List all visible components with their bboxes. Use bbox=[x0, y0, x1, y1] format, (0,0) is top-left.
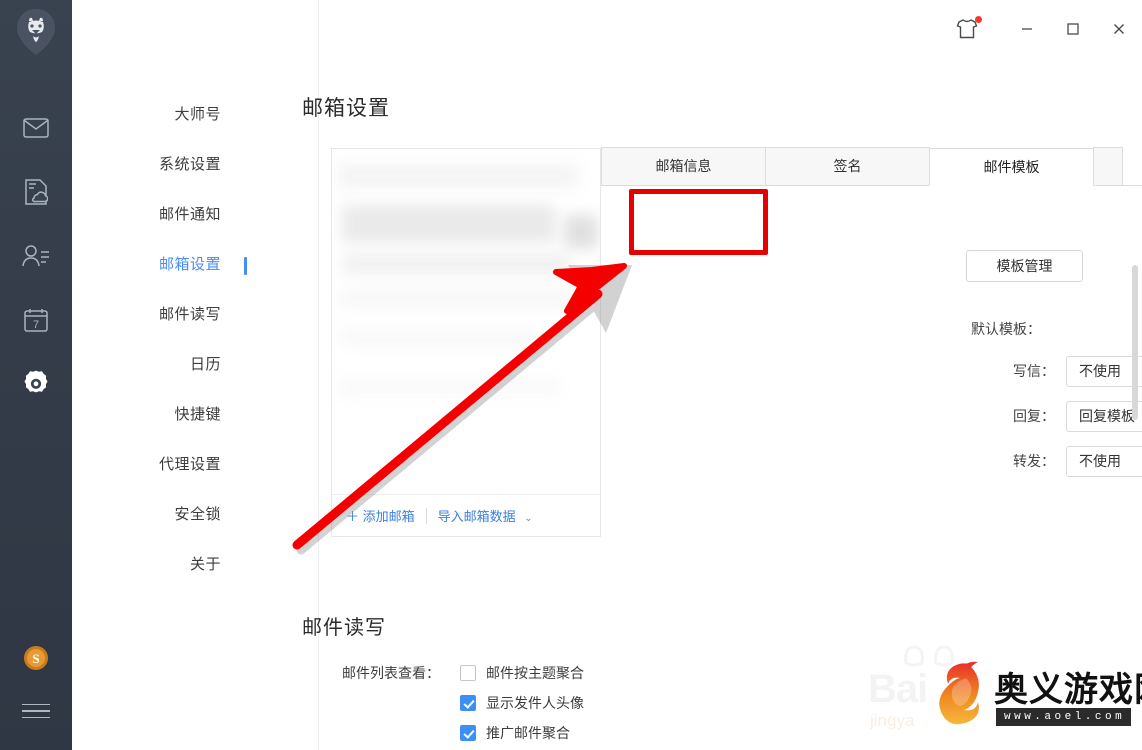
checkbox-label: 显示发件人头像 bbox=[486, 695, 584, 711]
nav-label: 关于 bbox=[189, 556, 221, 573]
compose-template-select[interactable]: 不使用 ⌄ bbox=[1066, 356, 1142, 387]
nav-label: 代理设置 bbox=[158, 456, 221, 473]
forward-template-value: 不使用 bbox=[1079, 453, 1121, 469]
settings-nav: 大师号 系统设置 邮件通知 邮箱设置 邮件读写 日历 快捷键 代理设置 安全锁 … bbox=[72, 0, 319, 750]
nav-label: 邮件通知 bbox=[158, 206, 221, 223]
hamburger-menu-icon[interactable] bbox=[0, 686, 72, 736]
add-mailbox-button[interactable]: ＋ 添加邮箱 bbox=[346, 506, 415, 525]
app-window: 7 S 大师号 系统设置 邮件通知 邮箱设置 邮件读写 日历 快捷键 代理设置 … bbox=[0, 0, 1142, 750]
page-title: 邮箱设置 bbox=[302, 97, 390, 120]
tab-mail-template[interactable]: 邮件模板 bbox=[929, 148, 1094, 186]
checkbox-box[interactable] bbox=[460, 665, 476, 681]
nav-label: 大师号 bbox=[174, 106, 221, 123]
contacts-icon[interactable] bbox=[0, 224, 72, 288]
nav-item-mailbox-settings[interactable]: 邮箱设置 bbox=[72, 240, 247, 290]
nav-label: 快捷键 bbox=[174, 406, 221, 423]
nav-item-calendar[interactable]: 日历 bbox=[72, 340, 247, 390]
rail-icon-list: 7 bbox=[0, 96, 72, 416]
content-scrollbar[interactable] bbox=[1132, 265, 1138, 420]
mailbox-list-footer: ＋ 添加邮箱 导入邮箱数据 ⌄ bbox=[332, 494, 600, 536]
nav-list: 大师号 系统设置 邮件通知 邮箱设置 邮件读写 日历 快捷键 代理设置 安全锁 … bbox=[72, 90, 247, 590]
left-rail: 7 S bbox=[0, 0, 72, 750]
checkbox-promo-grouping[interactable]: 推广邮件聚合 bbox=[460, 723, 570, 743]
compose-label: 写信： bbox=[1013, 363, 1055, 379]
settings-content: 邮箱设置 ＋ 添加邮箱 导入邮箱数据 ⌄ 邮箱信息 签名 邮件模板 模板管理 默… bbox=[247, 0, 1142, 750]
readwrite-section-title: 邮件读写 bbox=[302, 617, 386, 639]
checkbox-label: 邮件按主题聚合 bbox=[486, 665, 584, 681]
checkbox-show-sender-avatar[interactable]: 显示发件人头像 bbox=[460, 693, 584, 713]
nav-label: 邮件读写 bbox=[158, 306, 221, 323]
reply-template-select[interactable]: 回复模板 ⌄ bbox=[1066, 401, 1142, 432]
tab-bar: 邮箱信息 签名 邮件模板 bbox=[601, 147, 1142, 186]
cloud-doc-icon[interactable] bbox=[0, 160, 72, 224]
lion-avatar-icon[interactable] bbox=[16, 8, 56, 56]
tab-overflow[interactable] bbox=[1093, 147, 1123, 185]
compose-template-value: 不使用 bbox=[1079, 363, 1121, 379]
nav-item-proxy-settings[interactable]: 代理设置 bbox=[72, 440, 247, 490]
nav-item-dashihao[interactable]: 大师号 bbox=[72, 90, 247, 140]
plus-icon: ＋ bbox=[346, 509, 360, 524]
calendar-icon[interactable]: 7 bbox=[0, 288, 72, 352]
mailbox-list: ＋ 添加邮箱 导入邮箱数据 ⌄ bbox=[331, 148, 601, 537]
nav-label: 日历 bbox=[189, 356, 221, 373]
nav-label: 安全锁 bbox=[174, 506, 221, 523]
coin-icon[interactable]: S bbox=[0, 630, 72, 686]
mailbox-tab-pane: 邮箱信息 签名 邮件模板 模板管理 默认模板： 写信： 不使用 ⌄ bbox=[601, 147, 1142, 537]
nav-label: 系统设置 bbox=[158, 156, 221, 173]
mailbox-list-blurred-content bbox=[332, 149, 600, 536]
footer-divider bbox=[425, 507, 427, 524]
reply-label: 回复： bbox=[1013, 408, 1055, 424]
svg-text:S: S bbox=[32, 651, 39, 666]
forward-label: 转发： bbox=[1013, 453, 1055, 469]
forward-template-select[interactable]: 不使用 ⌄ bbox=[1066, 446, 1142, 477]
nav-item-mail-readwrite[interactable]: 邮件读写 bbox=[72, 290, 247, 340]
gear-icon[interactable] bbox=[0, 352, 72, 416]
checkbox-box[interactable] bbox=[460, 725, 476, 741]
nav-item-about[interactable]: 关于 bbox=[72, 540, 247, 590]
add-mailbox-label: 添加邮箱 bbox=[362, 509, 415, 524]
checkbox-box[interactable] bbox=[460, 695, 476, 711]
import-mailbox-label: 导入邮箱数据 bbox=[437, 509, 516, 524]
import-mailbox-data-button[interactable]: 导入邮箱数据 ⌄ bbox=[438, 506, 533, 525]
nav-item-shortcuts[interactable]: 快捷键 bbox=[72, 390, 247, 440]
mailbox-settings-panel: ＋ 添加邮箱 导入邮箱数据 ⌄ 邮箱信息 签名 邮件模板 模板管理 默认模板： … bbox=[331, 147, 1142, 537]
checkbox-label: 推广邮件聚合 bbox=[486, 725, 570, 741]
checkbox-thread-grouping[interactable]: 邮件按主题聚合 bbox=[460, 663, 584, 683]
template-manage-button[interactable]: 模板管理 bbox=[966, 250, 1083, 282]
mail-list-view-caption: 邮件列表查看： bbox=[342, 665, 440, 681]
nav-label: 邮箱设置 bbox=[158, 256, 221, 273]
tab-mailbox-info[interactable]: 邮箱信息 bbox=[601, 147, 766, 185]
nav-item-system-settings[interactable]: 系统设置 bbox=[72, 140, 247, 190]
rail-bottom-group: S bbox=[0, 630, 72, 736]
tab-signature[interactable]: 签名 bbox=[765, 147, 930, 185]
svg-text:7: 7 bbox=[33, 319, 39, 331]
nav-item-mail-notification[interactable]: 邮件通知 bbox=[72, 190, 247, 240]
tab-body-mail-template: 模板管理 默认模板： 写信： 不使用 ⌄ 回复： 回复模板 ⌄ bbox=[601, 186, 1142, 537]
nav-item-security-lock[interactable]: 安全锁 bbox=[72, 490, 247, 540]
reply-template-value: 回复模板 bbox=[1079, 408, 1135, 424]
default-template-label: 默认模板： bbox=[971, 321, 1041, 337]
chevron-down-icon: ⌄ bbox=[524, 513, 533, 524]
mail-icon[interactable] bbox=[0, 96, 72, 160]
